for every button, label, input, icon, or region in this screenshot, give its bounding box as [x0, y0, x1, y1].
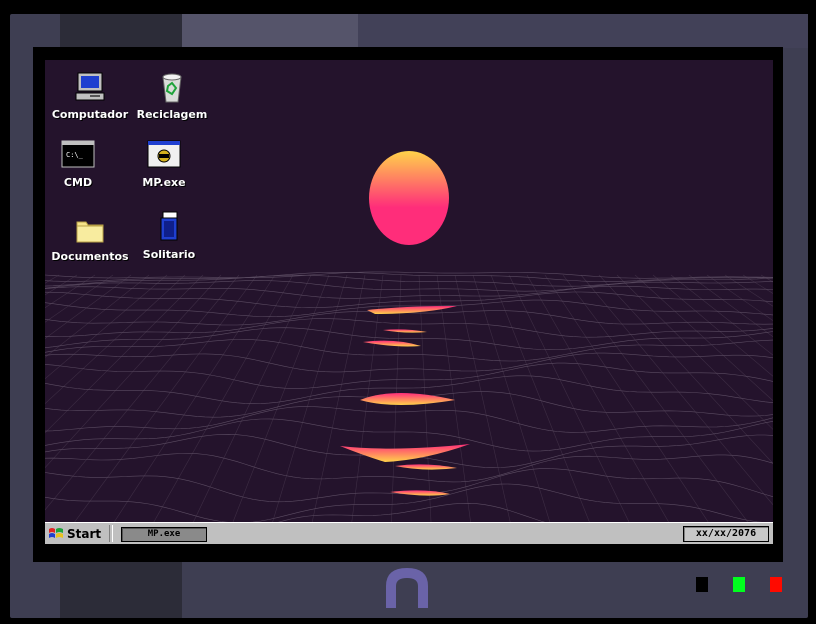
desktop-icon-label: CMD [63, 176, 93, 189]
start-label: Start [67, 526, 102, 541]
led-black [696, 577, 708, 592]
taskbar: Start MP.exe xx/xx/2076 [45, 522, 773, 544]
cmd-icon: C:\_ [61, 140, 95, 170]
desktop-icon-computador[interactable]: Computador [45, 70, 135, 121]
taskbar-item-mp-exe[interactable]: MP.exe [121, 527, 207, 542]
start-button[interactable]: Start [48, 525, 106, 542]
desktop-icon-label: Documentos [51, 250, 129, 263]
bezel-top-right-panel [358, 14, 808, 48]
solitaire-icon [151, 210, 187, 246]
bezel-top-mid-panel [182, 14, 358, 48]
media-player-icon [147, 140, 181, 170]
desktop-icon-label: Reciclagem [136, 108, 208, 121]
desktop-icon-mp-exe[interactable]: MP.exe [119, 140, 209, 189]
cmd-prompt-text: C:\_ [66, 151, 84, 159]
sun [369, 151, 449, 245]
desktop-icon-documentos[interactable]: Documentos [45, 212, 135, 263]
windows-logo-icon [48, 527, 64, 541]
desktop-icon-reciclagem[interactable]: Reciclagem [127, 70, 217, 121]
folder-icon [72, 212, 108, 248]
desktop-icon-label: Solitario [142, 248, 196, 261]
desktop-icon-label: Computador [51, 108, 129, 121]
desktop-icon-cmd[interactable]: C:\_ CMD [45, 140, 123, 189]
led-green [733, 577, 745, 592]
taskbar-separator [109, 525, 113, 542]
taskbar-clock: xx/xx/2076 [683, 526, 769, 542]
bezel-top-left-panel [60, 14, 182, 48]
bezel-bottom-left-panel [60, 560, 182, 618]
desktop-icon-label: MP.exe [142, 176, 186, 189]
wallpaper-sunset-wireframe [45, 60, 773, 522]
led-red [770, 577, 782, 592]
desktop-icon-solitario[interactable]: Solitario [124, 210, 214, 261]
monitor-stand [386, 568, 428, 608]
desktop-screen: Computador Reciclagem C:\_ CMD MP.exe Do… [45, 60, 773, 544]
computer-icon [72, 70, 108, 106]
recycle-bin-icon [154, 70, 190, 106]
